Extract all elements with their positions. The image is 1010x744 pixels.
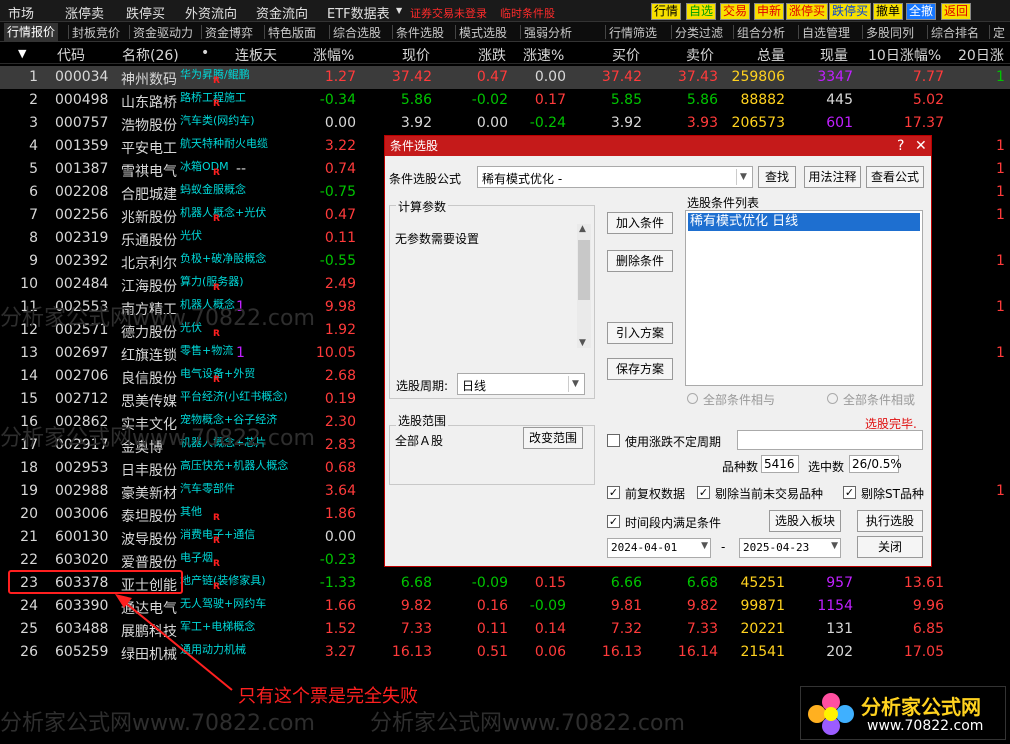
selected-value: 26/0.5% [852,457,902,471]
period-value: 日线 [462,379,487,393]
scroll-up-icon[interactable]: ▲ [579,224,586,234]
delete-condition-button[interactable]: 删除条件 [607,250,673,272]
into-block-button[interactable]: 选股入板块 [769,510,841,532]
execute-button[interactable]: 执行选股 [857,510,923,532]
params-scrollbar[interactable]: ▲ ▼ [577,224,591,348]
date-from-value: 2024-04-01 [611,541,678,554]
time-period-label: 时间段内满足条件 [625,516,722,530]
close-icon[interactable]: ✕ [915,136,927,156]
radio-and[interactable] [687,393,698,404]
range-group-label: 选股范围 [396,412,449,429]
condition-list-item[interactable]: 稀有模式优化 日线 [688,213,920,231]
logo-title: 分析家公式网 [861,695,981,719]
dialog-title: 条件选股 [390,139,439,153]
range-value: 全部Ａ股 [395,434,444,448]
scroll-thumb[interactable] [578,240,590,300]
logo-url: www.70822.com [867,718,984,734]
date-to-value: 2025-04-23 [743,541,810,554]
chevron-down-icon: ▼ [736,169,750,185]
remove-untraded-checkbox[interactable]: ✓ [697,486,710,499]
change-range-button[interactable]: 改变范围 [523,427,583,449]
count-value: 5416 [764,457,795,471]
view-formula-button[interactable]: 查看公式 [866,166,924,188]
find-button[interactable]: 查找 [758,166,796,188]
date-from-input[interactable]: 2024-04-01 ▼ [607,538,711,558]
dialog-titlebar[interactable]: 条件选股 ? ✕ [385,136,931,156]
indefinite-period-checkbox[interactable] [607,434,620,447]
date-to-input[interactable]: 2025-04-23 ▼ [739,538,841,558]
annotation-text: 只有这个票是完全失败 [238,686,418,707]
params-text: 无参数需要设置 [395,232,480,246]
selected-box: 26/0.5% [849,455,902,473]
formula-label: 条件选股公式 [389,172,462,186]
remove-st-label: 剔除ST品种 [861,487,924,501]
period-select[interactable]: 日线 ▼ [457,373,585,395]
time-period-checkbox[interactable]: ✓ [607,515,620,528]
params-group-label: 计算参数 [396,198,449,215]
count-box: 5416 [761,455,799,473]
radio-or[interactable] [827,393,838,404]
chevron-down-icon: ▼ [701,541,708,551]
save-plan-button[interactable]: 保存方案 [607,358,673,380]
help-icon[interactable]: ? [897,136,904,156]
date-separator: - [721,540,726,554]
add-condition-button[interactable]: 加入条件 [607,212,673,234]
indefinite-period-label: 使用涨跌不定周期 [625,435,722,449]
radio-and-label: 全部条件相与 [703,393,776,407]
radio-or-label: 全部条件相或 [843,393,916,407]
formula-select[interactable]: 稀有模式优化 - ▼ [477,166,753,188]
selected-label: 选中数 [808,460,845,474]
count-label: 品种数 [722,460,759,474]
chevron-down-icon: ▼ [831,541,838,551]
condition-list-label: 选股条件列表 [687,196,760,210]
prior-adjust-checkbox[interactable]: ✓ [607,486,620,499]
usage-button[interactable]: 用法注释 [804,166,861,188]
close-button[interactable]: 关闭 [857,536,923,558]
condition-list[interactable]: 稀有模式优化 日线 [685,210,923,386]
condition-select-dialog: 条件选股 ? ✕ 条件选股公式 稀有模式优化 - ▼ 查找 用法注释 查看公式 … [384,135,932,567]
remove-st-checkbox[interactable]: ✓ [843,486,856,499]
scroll-down-icon[interactable]: ▼ [579,338,586,348]
indefinite-period-input[interactable] [737,430,923,450]
chevron-down-icon: ▼ [568,376,582,392]
formula-value: 稀有模式优化 - [482,172,563,186]
prior-adjust-label: 前复权数据 [625,487,686,501]
import-plan-button[interactable]: 引入方案 [607,322,673,344]
remove-untraded-label: 剔除当前未交易品种 [715,487,824,501]
flower-logo-icon [808,693,854,735]
period-label: 选股周期: [396,379,449,393]
site-logo: 分析家公式网 www.70822.com [800,686,1006,740]
